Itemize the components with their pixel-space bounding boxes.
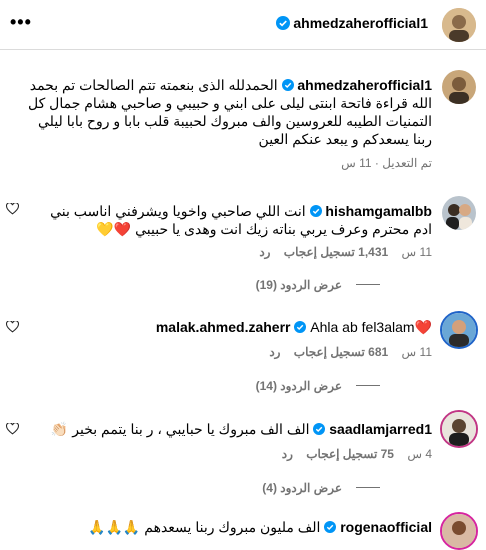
comment-line: rogenaofficial الف مليون مبروك ربنا يسعد… [88,518,432,536]
comment-line: hishamgamalbb انت اللي صاحبي واخويا ويشر… [50,202,432,220]
caption-text-line: الحمدلله الذى بنعمته تتم الصالحات تم بحم… [29,77,278,93]
comment-username[interactable]: malak.ahmed.zaherr [156,319,291,335]
comment-meta: 4 س 75 تسجيل إعجاب رد [272,447,432,461]
comment-avatar[interactable] [442,196,476,230]
verified-badge-icon [281,79,294,91]
view-replies-label: عرض الردود (19) [255,278,342,292]
caption-line-1: ahmedzaherofficial1 الحمدلله الذى بنعمته… [30,76,432,94]
caption-author-avatar[interactable] [442,70,476,104]
post-header: ••• ahmedzaherofficial1 [0,0,486,50]
view-replies-button[interactable]: عرض الردود (4) [262,481,380,495]
view-replies-label: عرض الردود (14) [255,379,342,393]
replies-divider [356,487,380,488]
verified-badge-icon [309,205,322,217]
comment-text: الف الف مبروك يا حبايبي ، ر بنا يتمم بخي… [50,421,310,437]
comment-username[interactable]: hishamgamalbb [325,203,432,219]
comment-line: malak.ahmed.zaherr Ahla ab fel3alam❤️ [156,318,432,336]
comment-username[interactable]: saadlamjarred1 [329,421,432,437]
verified-badge-icon [324,521,337,533]
view-replies-label: عرض الردود (4) [262,481,342,495]
verified-badge-icon [276,16,290,30]
like-heart-icon[interactable] [6,203,19,215]
comment-time: 11 س [401,245,432,259]
comment-line: saadlamjarred1 الف الف مبروك يا حبايبي ،… [51,420,432,438]
comment-time: 11 س [401,345,432,359]
reply-button[interactable]: رد [282,447,293,461]
caption-username[interactable]: ahmedzaherofficial1 [297,77,432,93]
verified-badge-icon [294,321,307,333]
caption-meta: تم التعديل · 11 س [341,156,432,170]
comment-text: انت اللي صاحبي واخويا ويشرفني اناسب بني [50,203,306,219]
replies-divider [356,284,380,285]
comment-meta: 11 س 1,431 تسجيل إعجاب رد [249,245,432,259]
replies-divider [356,385,380,386]
comment-avatar[interactable] [440,311,478,349]
comment-text: ادم محترم وعرف يربي بناته زيك انت وهدى ي… [96,221,432,237]
comment-text: Ahla ab fel3alam❤️ [310,319,432,335]
comment-meta: 11 س 681 تسجيل إعجاب رد [259,345,432,359]
caption-text-line: الله قراءة فاتحة ابنتى ليلى على ابني و ح… [28,95,432,111]
caption-text-line: التمنيات الطيبه للعروسين والف مبروك لحبي… [38,113,432,129]
comment-likes[interactable]: 681 تسجيل إعجاب [294,345,388,359]
comment-likes[interactable]: 1,431 تسجيل إعجاب [284,245,388,259]
more-options-icon[interactable]: ••• [10,13,32,31]
comment-time: 4 س [407,447,432,461]
like-heart-icon[interactable] [6,321,19,333]
post-author-avatar[interactable] [442,8,476,42]
reply-button[interactable]: رد [269,345,280,359]
reply-button[interactable]: رد [259,245,270,259]
view-replies-button[interactable]: عرض الردود (14) [256,379,380,393]
comment-likes[interactable]: 75 تسجيل إعجاب [306,447,394,461]
post-author-username[interactable]: ahmedzaherofficial1 [293,15,428,31]
verified-badge-icon [313,423,326,435]
caption-text-line: ربنا يسعدكم و يبعد عنكم العين [258,131,432,147]
view-replies-button[interactable]: عرض الردود (19) [256,278,380,292]
comment-avatar[interactable] [440,410,478,448]
like-heart-icon[interactable] [6,423,19,435]
comment-avatar[interactable] [440,512,478,550]
